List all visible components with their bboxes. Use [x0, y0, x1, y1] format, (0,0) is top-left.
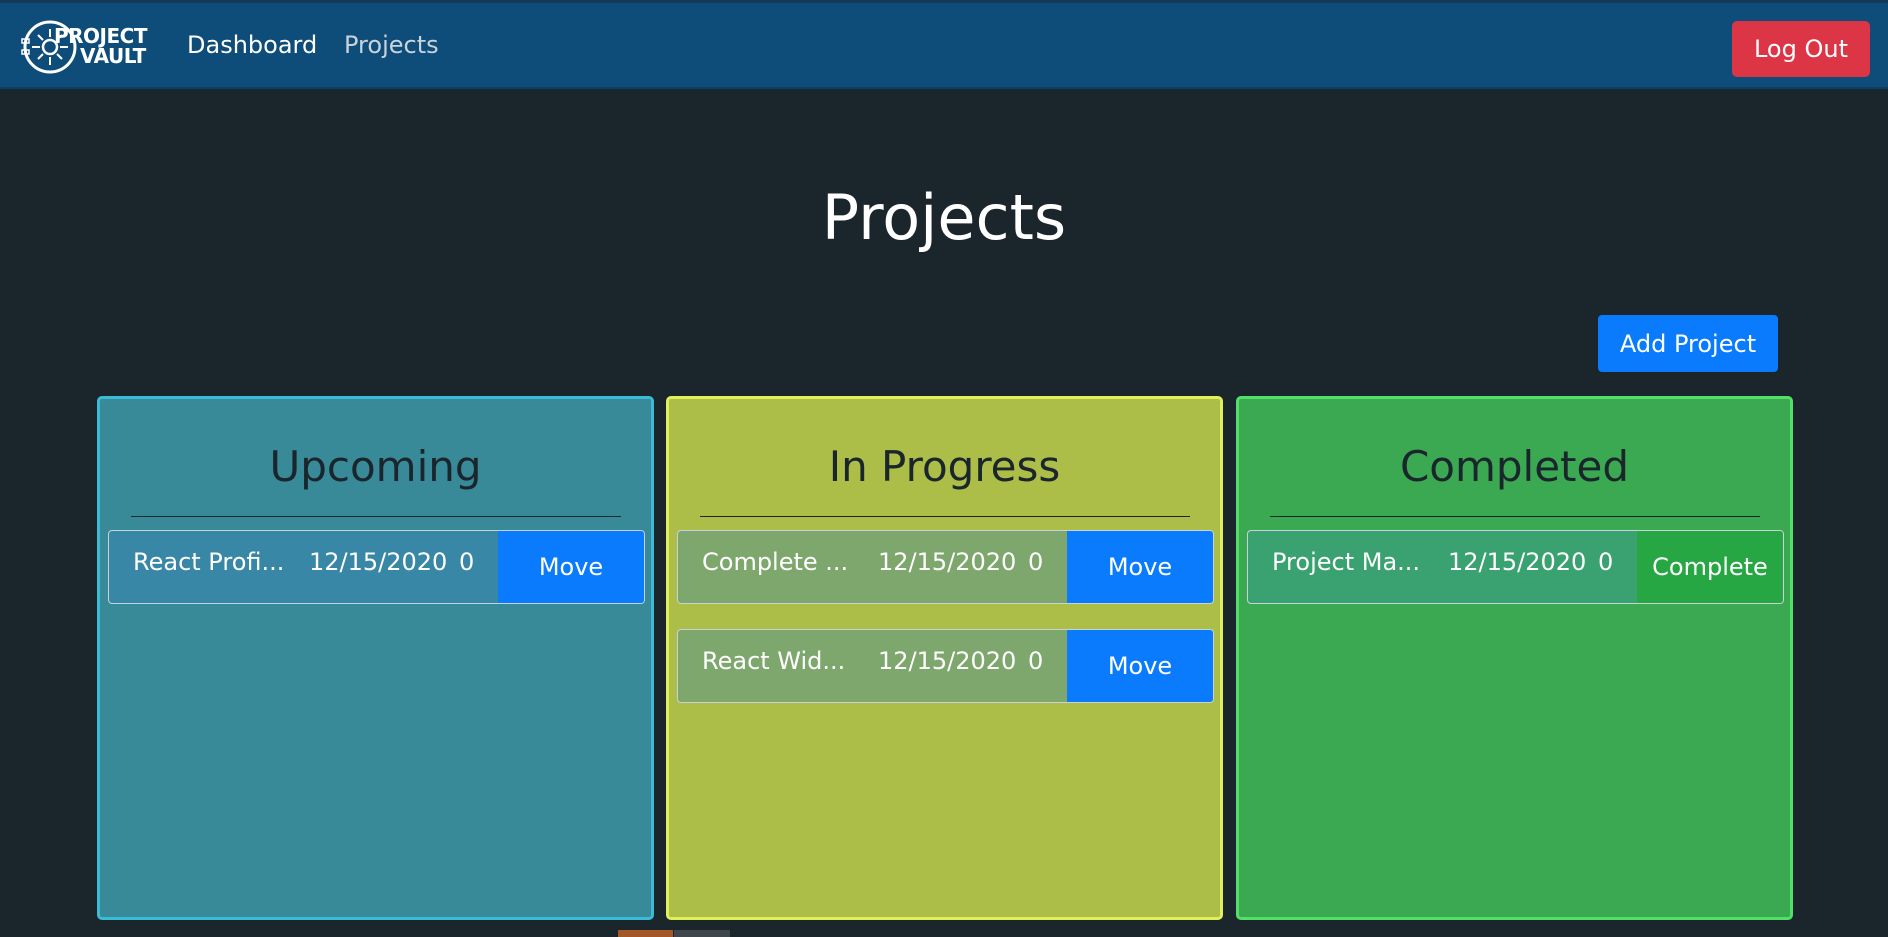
project-name: Complete ... [702, 548, 849, 576]
project-name: Project Ma... [1272, 548, 1421, 576]
column-title: Completed [1399, 442, 1630, 491]
column-upcoming: Upcoming React Profi... 12/15/2020 0 Mov… [97, 396, 654, 920]
project-date: 12/15/2020 [1448, 548, 1587, 576]
column-title: In Progress [828, 442, 1061, 491]
project-date: 12/15/2020 [878, 548, 1017, 576]
column-divider [700, 516, 1190, 517]
logout-button[interactable]: Log Out [1732, 21, 1870, 77]
project-count: 0 [1028, 548, 1044, 576]
project-count: 0 [459, 548, 475, 576]
column-divider [131, 516, 621, 517]
project-date: 12/15/2020 [309, 548, 448, 576]
complete-button[interactable]: Complete [1637, 531, 1783, 603]
brand-logo[interactable]: PROJECT VAULT [20, 19, 154, 75]
move-button[interactable]: Move [1067, 531, 1213, 603]
project-card[interactable]: Project Ma... 12/15/2020 0 Complete [1247, 530, 1784, 604]
navbar: PROJECT VAULT Dashboard Projects Log Out [0, 0, 1888, 87]
project-count: 0 [1598, 548, 1614, 576]
project-date: 12/15/2020 [878, 647, 1017, 675]
column-divider [1270, 516, 1760, 517]
nav-link-projects[interactable]: Projects [344, 29, 439, 61]
project-name: React Profi... [133, 548, 285, 576]
brand-name-line2: VAULT [80, 44, 146, 68]
project-card[interactable]: React Wid... 12/15/2020 0 Move [677, 629, 1214, 703]
column-title: Upcoming [269, 442, 482, 491]
column-in-progress: In Progress Complete ... 12/15/2020 0 Mo… [666, 396, 1223, 920]
project-count: 0 [1028, 647, 1044, 675]
project-name: React Wid... [702, 647, 846, 675]
page-title: Projects [821, 181, 1067, 254]
project-card[interactable]: React Profi... 12/15/2020 0 Move [108, 530, 645, 604]
move-button[interactable]: Move [1067, 630, 1213, 702]
nav-link-dashboard[interactable]: Dashboard [187, 29, 317, 61]
brand-name: PROJECT VAULT [54, 26, 147, 66]
partial-element [618, 930, 673, 937]
column-completed: Completed Project Ma... 12/15/2020 0 Com… [1236, 396, 1793, 920]
partial-element [674, 930, 730, 937]
move-button[interactable]: Move [498, 531, 644, 603]
project-card[interactable]: Complete ... 12/15/2020 0 Move [677, 530, 1214, 604]
add-project-button[interactable]: Add Project [1598, 315, 1778, 372]
